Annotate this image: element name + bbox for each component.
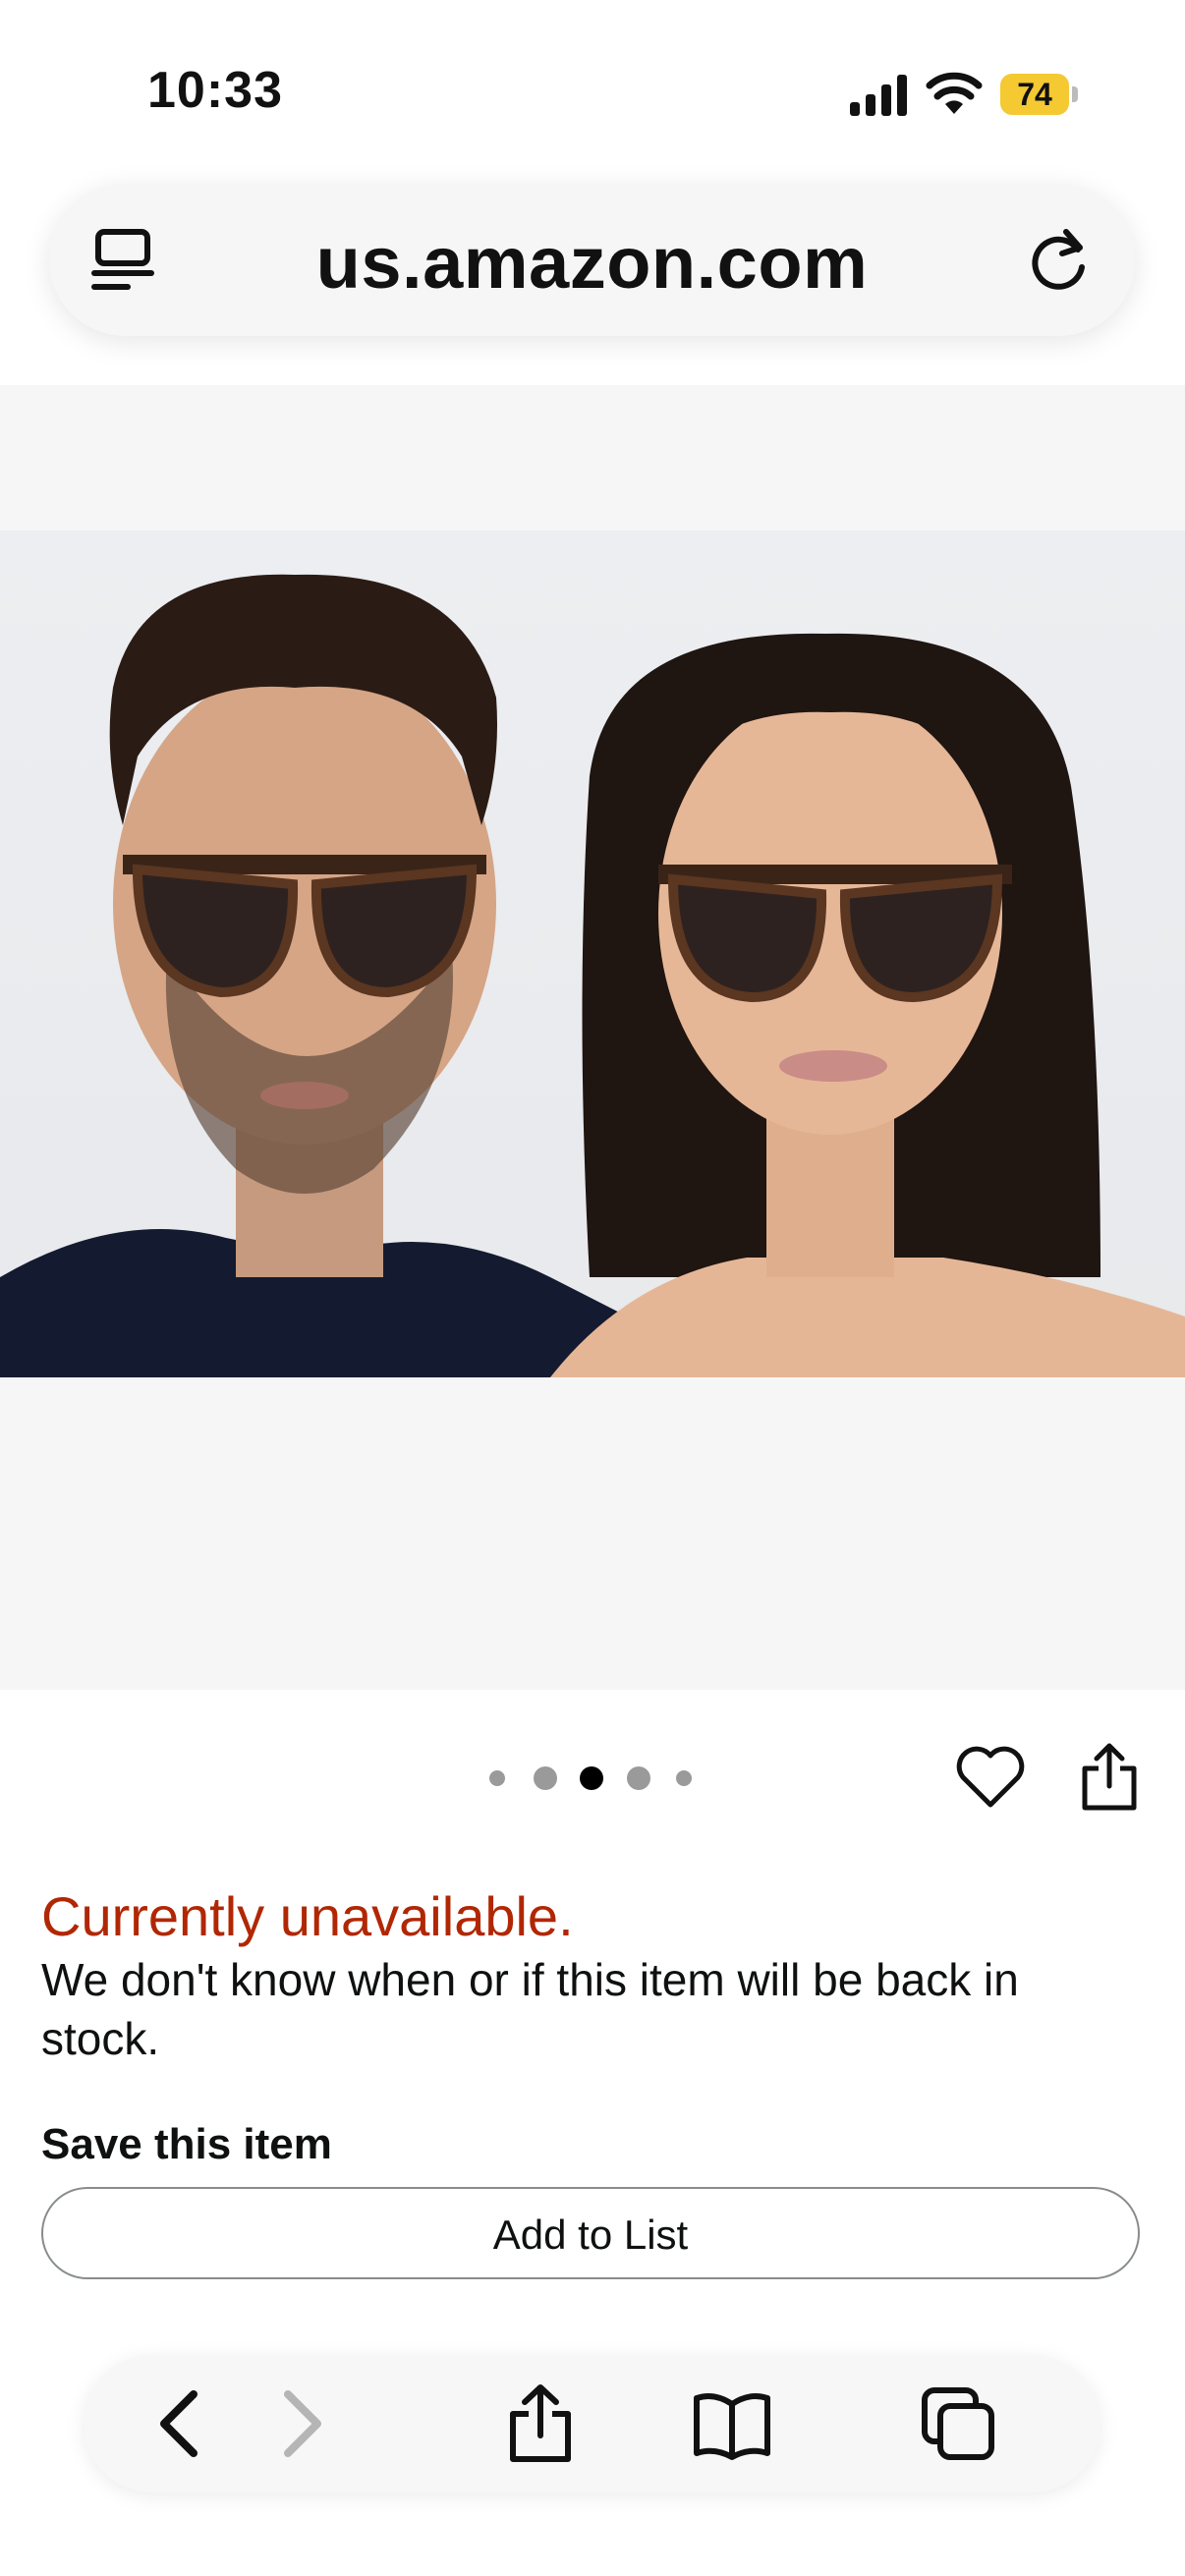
book-icon[interactable] <box>693 2384 771 2463</box>
battery-level: 74 <box>1017 77 1052 112</box>
chevron-left-icon[interactable] <box>142 2384 221 2463</box>
share-icon[interactable] <box>501 2384 580 2463</box>
carousel-dot-active[interactable] <box>580 1766 603 1790</box>
wifi-icon <box>926 72 983 114</box>
image-carousel-indicator[interactable] <box>481 1759 727 1798</box>
heart-icon[interactable] <box>955 1744 1026 1811</box>
carousel-dot[interactable] <box>489 1770 505 1786</box>
models-wearing-sunglasses-image <box>0 574 1185 1377</box>
availability-status: Currently unavailable. <box>41 1885 574 1947</box>
tabs-icon[interactable] <box>919 2384 997 2463</box>
save-item-label: Save this item <box>41 2120 332 2168</box>
carousel-dot[interactable] <box>534 1766 557 1790</box>
carousel-dot[interactable] <box>627 1766 650 1790</box>
availability-detail: We don't know when or if this item will … <box>41 1954 1019 2064</box>
status-time: 10:33 <box>147 62 283 119</box>
browser-toolbar <box>84 2355 1100 2492</box>
reload-icon[interactable] <box>1023 224 1096 297</box>
cellular-signal-icon <box>850 75 907 116</box>
share-icon[interactable] <box>1079 1741 1140 1812</box>
address-bar[interactable]: us.amazon.com <box>49 184 1135 336</box>
product-image[interactable] <box>0 531 1185 1377</box>
url-text[interactable]: us.amazon.com <box>49 221 1135 305</box>
chevron-right-icon[interactable] <box>260 2384 339 2463</box>
battery-icon: 74 <box>1000 74 1079 115</box>
carousel-dot[interactable] <box>676 1770 692 1786</box>
add-to-list-button[interactable]: Add to List <box>41 2187 1140 2279</box>
status-bar: 10:33 74 <box>0 0 1185 187</box>
